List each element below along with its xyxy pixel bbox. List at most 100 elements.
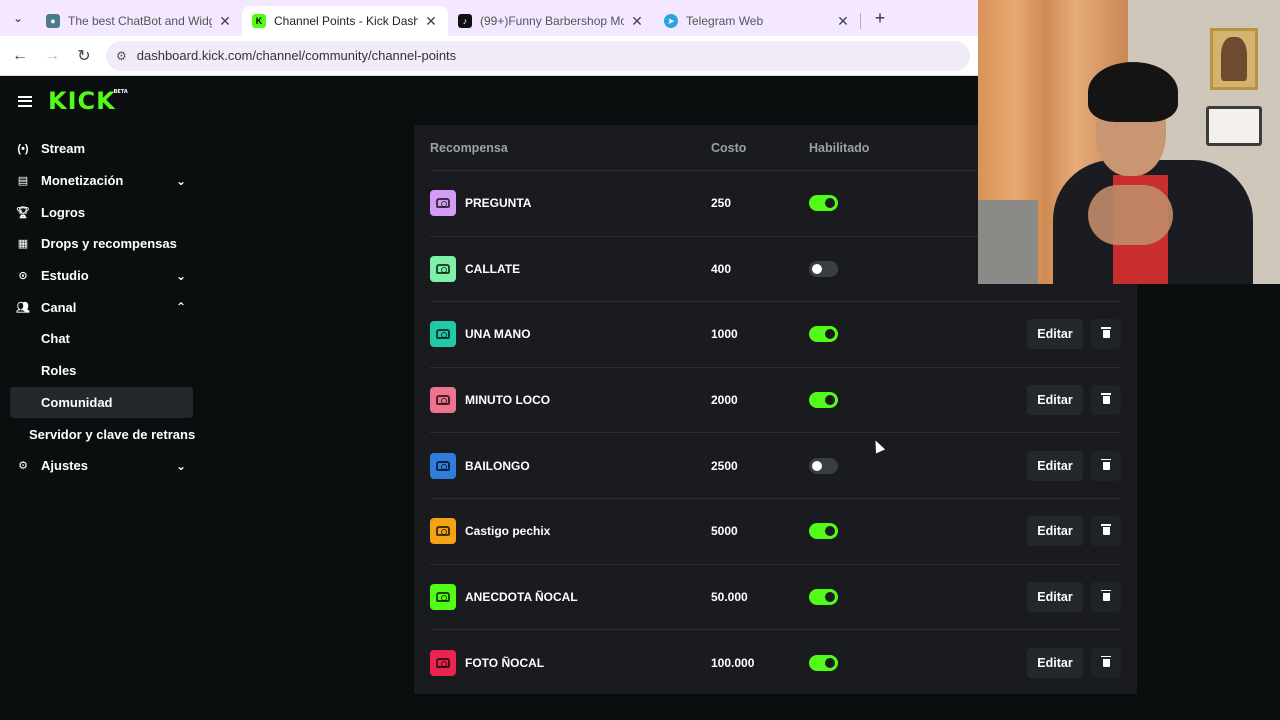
webcam-chair <box>978 200 1038 284</box>
kick-logo[interactable]: KICK BETA <box>48 87 128 115</box>
trash-icon <box>1101 327 1111 339</box>
chevron-up-icon[interactable]: ⌃ <box>176 300 186 314</box>
delete-button[interactable] <box>1091 385 1121 416</box>
logo-text: KICK <box>48 87 116 115</box>
trash-icon <box>1101 393 1111 405</box>
toggle-knob <box>825 198 835 209</box>
edit-button[interactable]: Editar <box>1027 581 1083 612</box>
close-tab-icon[interactable]: ✕ <box>836 13 850 30</box>
sidebar-item-chat[interactable]: Chat <box>0 323 200 355</box>
sidebar-item-label: Monetización <box>41 173 124 189</box>
reward-name: Castigo pechix <box>465 524 551 539</box>
browser-tab-telegram[interactable]: ➤ Telegram Web ✕ <box>654 6 860 36</box>
tab-search-chevron-icon[interactable]: ⌄ <box>0 0 36 36</box>
enabled-toggle[interactable] <box>809 457 838 474</box>
sidebar-item-roles[interactable]: Roles <box>0 355 200 387</box>
reward-cost: 5000 <box>711 524 738 539</box>
toggle-knob <box>812 263 822 274</box>
chevron-down-icon[interactable]: ⌄ <box>176 174 186 188</box>
tab-title: The best ChatBot and Widgets <box>68 14 212 28</box>
close-tab-icon[interactable]: ✕ <box>218 13 232 30</box>
edit-button[interactable]: Editar <box>1027 319 1083 350</box>
toggle-knob <box>825 657 835 668</box>
sidebar-item-label: Estudio <box>41 268 89 284</box>
trash-icon <box>1101 655 1111 667</box>
sidebar-item-logros[interactable]: 🏆︎ Logros <box>0 196 200 228</box>
broadcast-icon: (•) <box>17 142 29 155</box>
phone-glyph <box>436 591 450 602</box>
row-actions: Editar <box>1027 516 1121 547</box>
sidebar-item-label: Canal <box>41 299 77 315</box>
reward-phone-icon <box>430 190 456 217</box>
close-tab-icon[interactable]: ✕ <box>424 13 438 30</box>
row-actions: Editar <box>1027 385 1121 416</box>
kick-favicon-icon: K <box>252 14 266 28</box>
sidebar-item-label: Logros <box>41 204 86 220</box>
edit-button[interactable]: Editar <box>1027 450 1083 481</box>
sidebar-item-canal[interactable]: 👥︎ Canal ⌃ <box>0 291 200 323</box>
sidebar-item-comunidad[interactable]: Comunidad <box>10 386 193 419</box>
edit-button[interactable]: Editar <box>1027 647 1083 678</box>
webcam-picture-frame <box>1210 28 1258 90</box>
trash-icon <box>1101 458 1111 470</box>
sidebar-item-label: Roles <box>41 363 77 379</box>
reward-phone-icon <box>430 452 456 479</box>
sidebar-item-ajustes[interactable]: ⚙ Ajustes ⌄ <box>0 450 200 482</box>
chevron-down-icon[interactable]: ⌄ <box>176 269 186 283</box>
forward-arrow-icon[interactable]: → <box>36 47 68 65</box>
chevron-down-icon[interactable]: ⌄ <box>176 459 186 473</box>
delete-button[interactable] <box>1091 647 1121 678</box>
webcam-person-hair <box>1088 62 1178 122</box>
reward-phone-icon <box>430 387 456 414</box>
delete-button[interactable] <box>1091 450 1121 481</box>
chart-icon: ▤ <box>17 175 29 188</box>
url-text: dashboard.kick.com/channel/community/cha… <box>136 48 457 63</box>
enabled-toggle[interactable] <box>809 523 838 540</box>
users-icon: 👥︎ <box>16 301 30 314</box>
gift-icon: ▦ <box>17 238 29 251</box>
enabled-toggle[interactable] <box>809 588 838 605</box>
back-arrow-icon[interactable]: ← <box>4 47 36 65</box>
browser-tab-channel-points[interactable]: K Channel Points - Kick Dashboard ✕ <box>242 6 448 36</box>
sidebar-item-label: Chat <box>41 331 70 347</box>
toggle-knob <box>825 395 835 406</box>
edit-button[interactable]: Editar <box>1027 516 1083 547</box>
browser-tab-tiktok[interactable]: ♪ (99+)Funny Barbershop Moment ✕ <box>448 6 654 36</box>
url-input[interactable]: ⚙ dashboard.kick.com/channel/community/c… <box>106 40 970 71</box>
telegram-favicon-icon: ➤ <box>664 14 678 28</box>
table-row: Castigo pechix 5000 Editar <box>430 499 1121 565</box>
sidebar-item-label: Comunidad <box>41 394 113 410</box>
sidebar-item-estudio[interactable]: ⊙ Estudio ⌄ <box>0 260 200 292</box>
sidebar-item-drops[interactable]: ▦ Drops y recompensas <box>0 228 200 260</box>
enabled-toggle[interactable] <box>809 260 838 277</box>
reward-phone-icon <box>430 583 456 610</box>
enabled-toggle[interactable] <box>809 654 838 671</box>
toggle-knob <box>825 329 835 340</box>
close-tab-icon[interactable]: ✕ <box>630 13 644 30</box>
sidebar-item-stream[interactable]: (•) Stream <box>0 133 200 165</box>
site-settings-icon[interactable]: ⚙ <box>116 49 127 63</box>
reward-phone-icon <box>430 255 456 282</box>
enabled-toggle[interactable] <box>809 392 838 409</box>
delete-button[interactable] <box>1091 581 1121 612</box>
delete-button[interactable] <box>1091 516 1121 547</box>
sidebar-item-monetizacion[interactable]: ▤ Monetización ⌄ <box>0 165 200 197</box>
hamburger-menu-icon[interactable] <box>18 95 32 107</box>
new-tab-plus-icon[interactable]: + <box>865 8 895 29</box>
sidebar-item-servidor[interactable]: Servidor y clave de retransmisión <box>0 418 195 450</box>
reward-phone-icon <box>430 321 456 348</box>
reward-name: MINUTO LOCO <box>465 393 551 408</box>
enabled-toggle[interactable] <box>809 195 838 212</box>
phone-glyph <box>436 526 450 537</box>
webcam-portrait <box>1221 37 1247 81</box>
edit-button[interactable]: Editar <box>1027 385 1083 416</box>
reward-cost: 100.000 <box>711 655 755 670</box>
table-row: BAILONGO 2500 Editar <box>430 433 1121 499</box>
reload-icon[interactable]: ↻ <box>68 46 100 66</box>
browser-tab-chatbot[interactable]: ● The best ChatBot and Widgets ✕ <box>36 6 242 36</box>
delete-button[interactable] <box>1091 319 1121 350</box>
phone-glyph <box>436 460 450 471</box>
sidebar-item-label: Drops y recompensas <box>41 236 177 252</box>
enabled-toggle[interactable] <box>809 326 838 343</box>
reward-phone-icon <box>430 518 456 545</box>
